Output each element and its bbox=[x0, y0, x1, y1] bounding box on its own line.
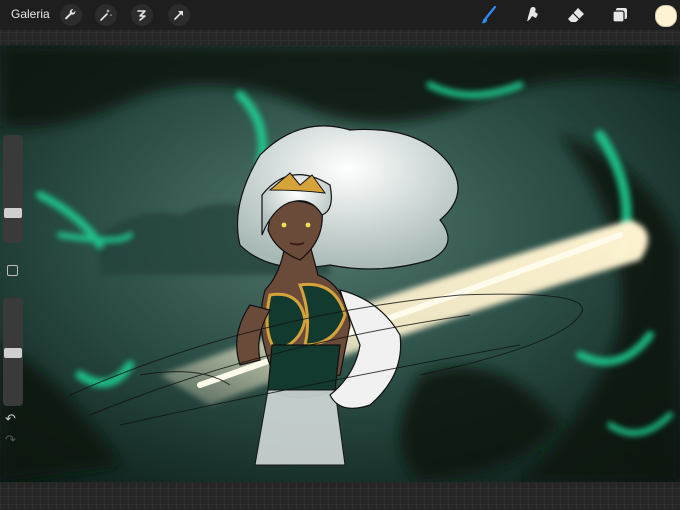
brush-icon[interactable] bbox=[478, 4, 500, 26]
magic-wand-icon[interactable] bbox=[95, 4, 117, 26]
brush-size-thumb[interactable] bbox=[4, 208, 22, 218]
side-toolbar: ↶ ↷ bbox=[2, 135, 24, 455]
canvas[interactable] bbox=[0, 45, 680, 482]
eraser-icon[interactable] bbox=[565, 4, 587, 26]
redo-icon[interactable]: ↷ bbox=[5, 432, 16, 448]
gallery-button[interactable]: Galeria bbox=[11, 7, 50, 21]
artwork-illustration bbox=[0, 45, 680, 482]
square-icon[interactable] bbox=[7, 265, 18, 276]
layers-icon[interactable] bbox=[609, 4, 631, 26]
top-toolbar: Galeria bbox=[0, 0, 680, 30]
current-color-swatch[interactable] bbox=[655, 5, 677, 27]
transform-icon[interactable] bbox=[168, 4, 190, 26]
brush-size-slider[interactable] bbox=[3, 135, 23, 243]
smudge-icon[interactable] bbox=[523, 4, 545, 26]
opacity-slider[interactable] bbox=[3, 298, 23, 406]
opacity-thumb[interactable] bbox=[4, 348, 22, 358]
wrench-icon[interactable] bbox=[60, 4, 82, 26]
selection-icon[interactable] bbox=[131, 4, 153, 26]
undo-icon[interactable]: ↶ bbox=[5, 411, 16, 427]
